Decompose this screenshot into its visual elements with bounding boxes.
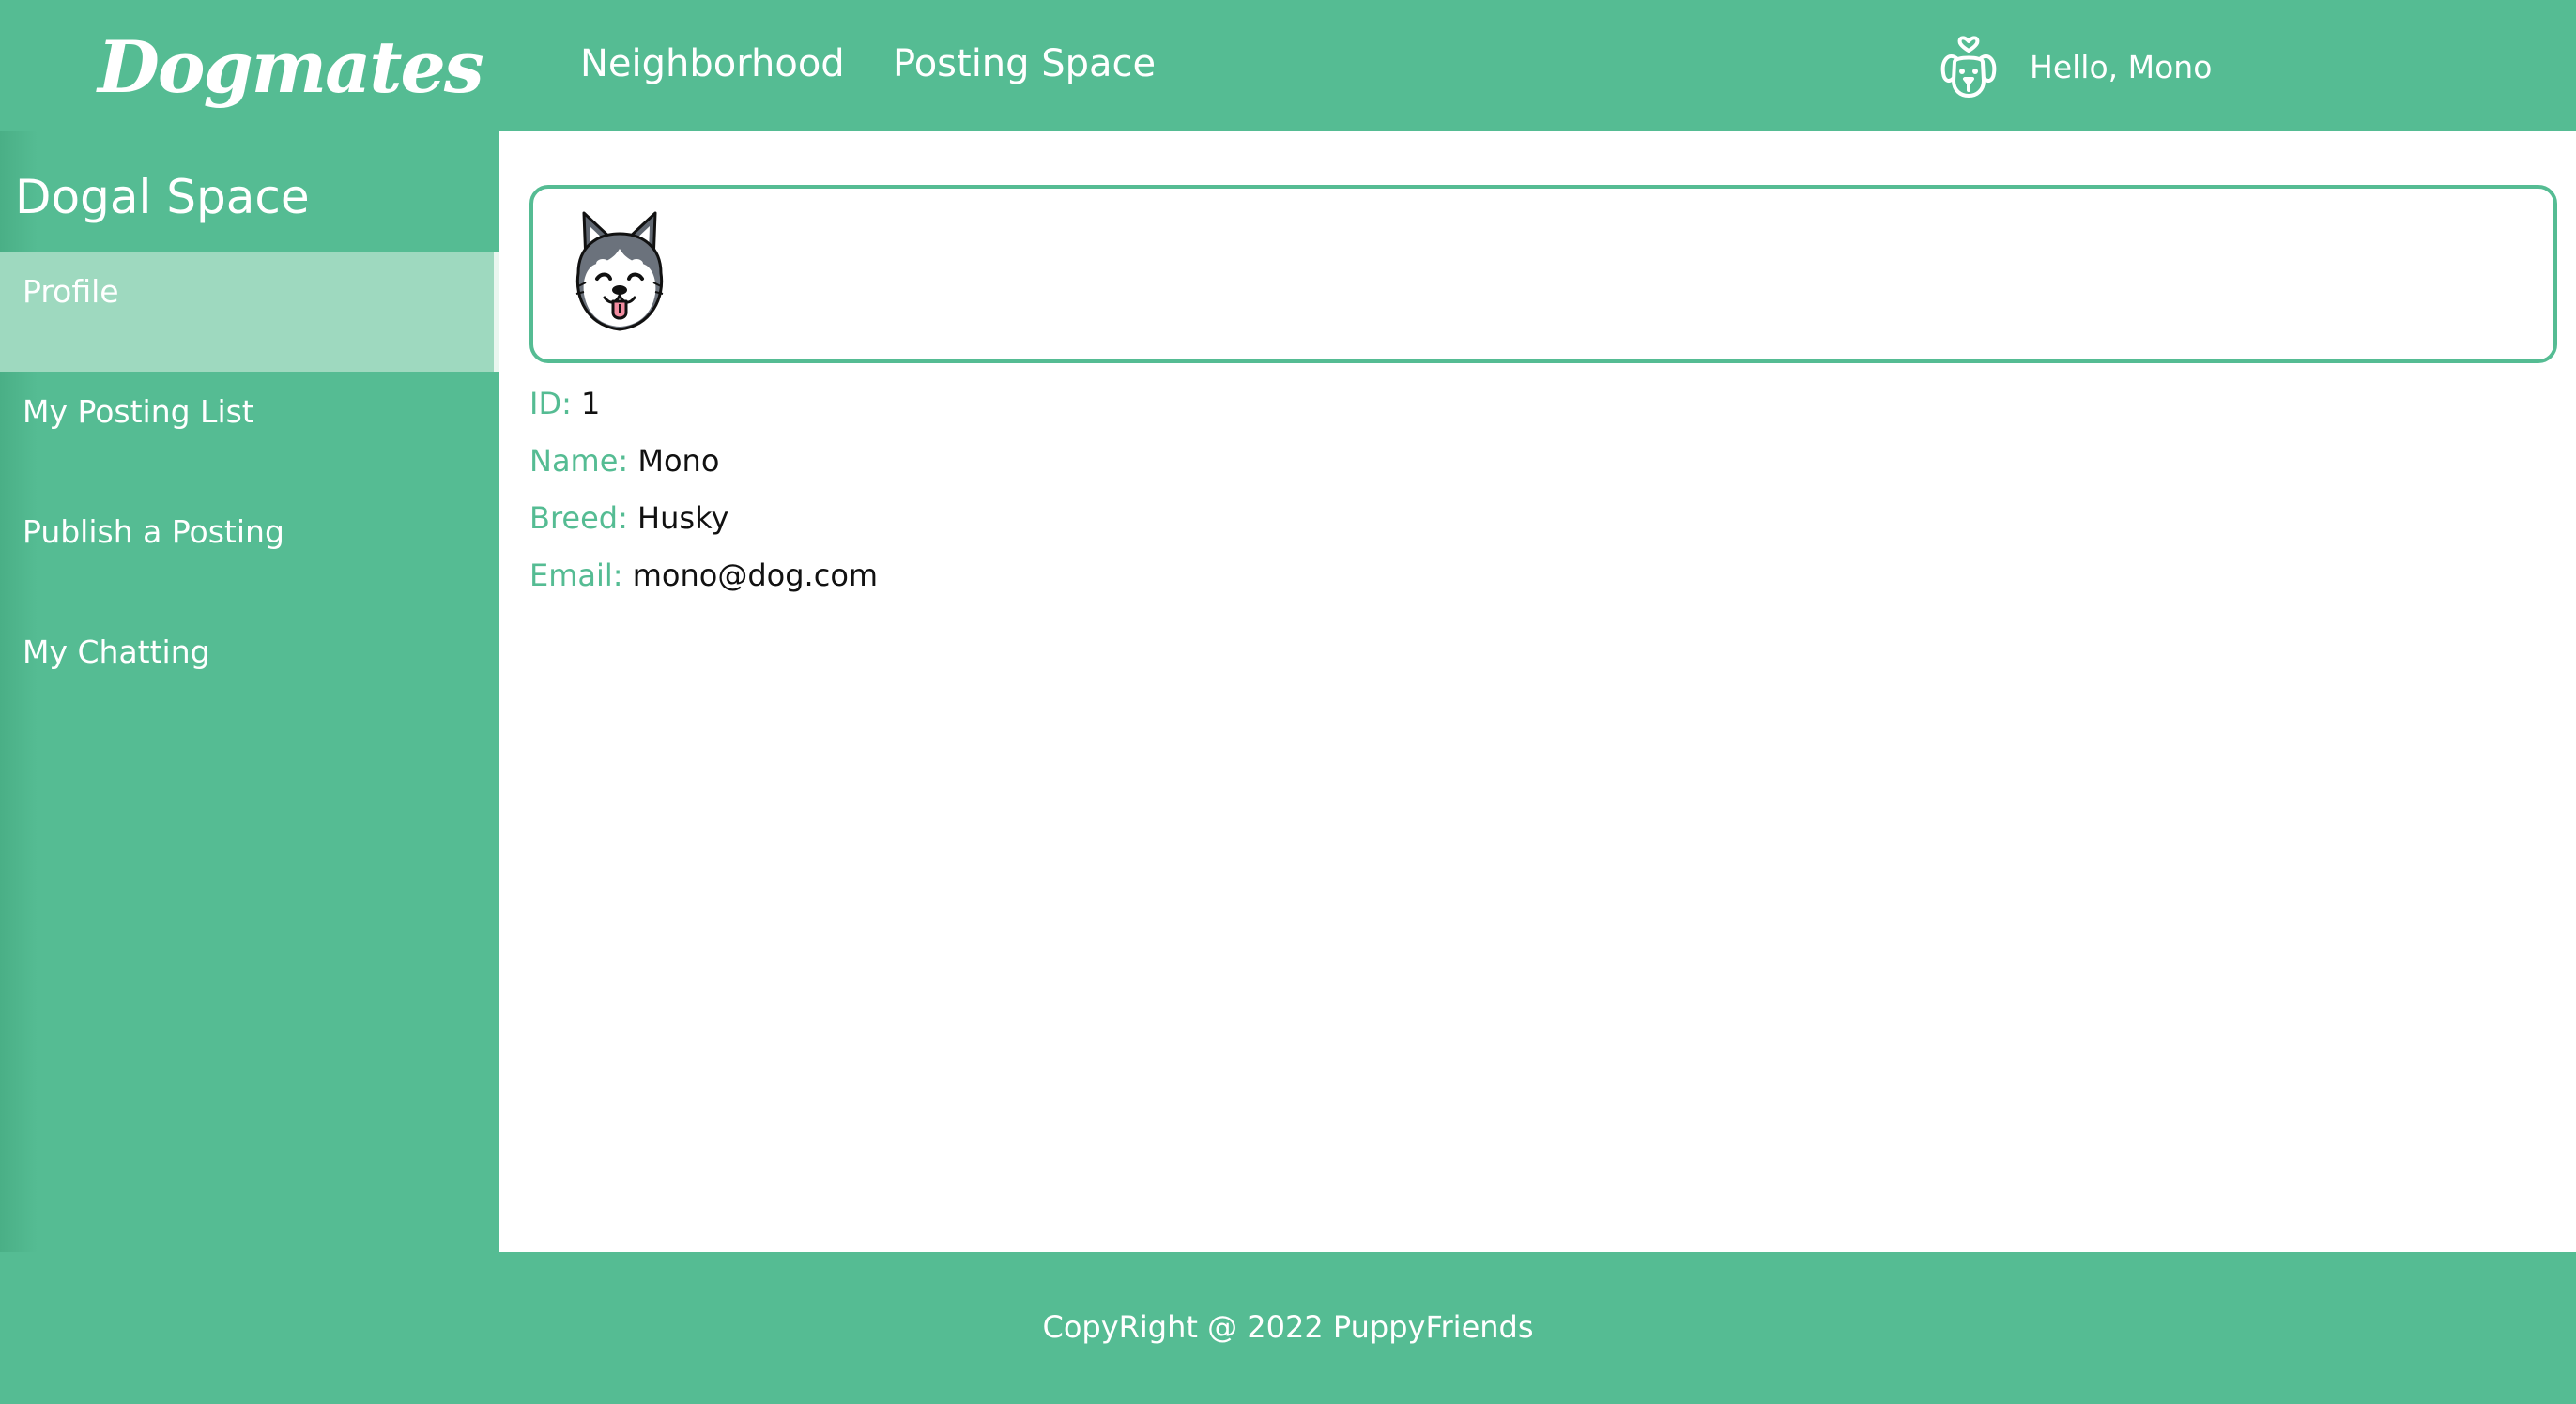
profile-breed-row: Breed: Husky [529, 492, 728, 544]
profile-email-row: Email: mono@dog.com [529, 549, 878, 602]
email-value: mono@dog.com [632, 557, 879, 593]
name-value: Mono [637, 443, 720, 479]
id-label: ID: [529, 386, 572, 421]
breed-label: Breed: [529, 500, 628, 536]
user-greeting: Hello, Mono [2030, 49, 2213, 85]
nav-posting-space[interactable]: Posting Space [893, 36, 1156, 92]
dog-face-icon [1940, 36, 1997, 98]
email-label: Email: [529, 557, 623, 593]
profile-content: ID: 1 Name: Mono Breed: Husky Email: mon… [499, 131, 2576, 1252]
app-logo[interactable]: Dogmates [98, 11, 484, 124]
sidebar: Dogal Space Profile My Posting List Publ… [0, 131, 499, 1252]
nav-neighborhood[interactable]: Neighborhood [580, 36, 845, 92]
sidebar-title: Dogal Space [15, 170, 310, 224]
sidebar-item-label: Publish a Posting [23, 513, 284, 550]
sidebar-item-my-posting-list[interactable]: My Posting List [0, 372, 499, 492]
sidebar-item-my-chatting[interactable]: My Chatting [0, 612, 499, 732]
name-label: Name: [529, 443, 629, 479]
sidebar-item-label: Profile [23, 273, 119, 310]
breed-value: Husky [637, 500, 729, 536]
profile-name-row: Name: Mono [529, 435, 719, 487]
sidebar-item-publish-posting[interactable]: Publish a Posting [0, 492, 499, 612]
id-value: 1 [581, 386, 601, 421]
sidebar-item-label: My Chatting [23, 633, 210, 670]
profile-id-row: ID: 1 [529, 377, 600, 430]
husky-avatar [575, 211, 664, 331]
avatar-card [529, 185, 2557, 363]
sidebar-item-label: My Posting List [23, 393, 254, 430]
sidebar-item-profile[interactable]: Profile [0, 252, 499, 372]
top-header: Dogmates Neighborhood Posting Space Hell… [0, 0, 2576, 131]
footer: CopyRight @ 2022 PuppyFriends [0, 1252, 2576, 1404]
footer-copyright: CopyRight @ 2022 PuppyFriends [1042, 1309, 1534, 1345]
